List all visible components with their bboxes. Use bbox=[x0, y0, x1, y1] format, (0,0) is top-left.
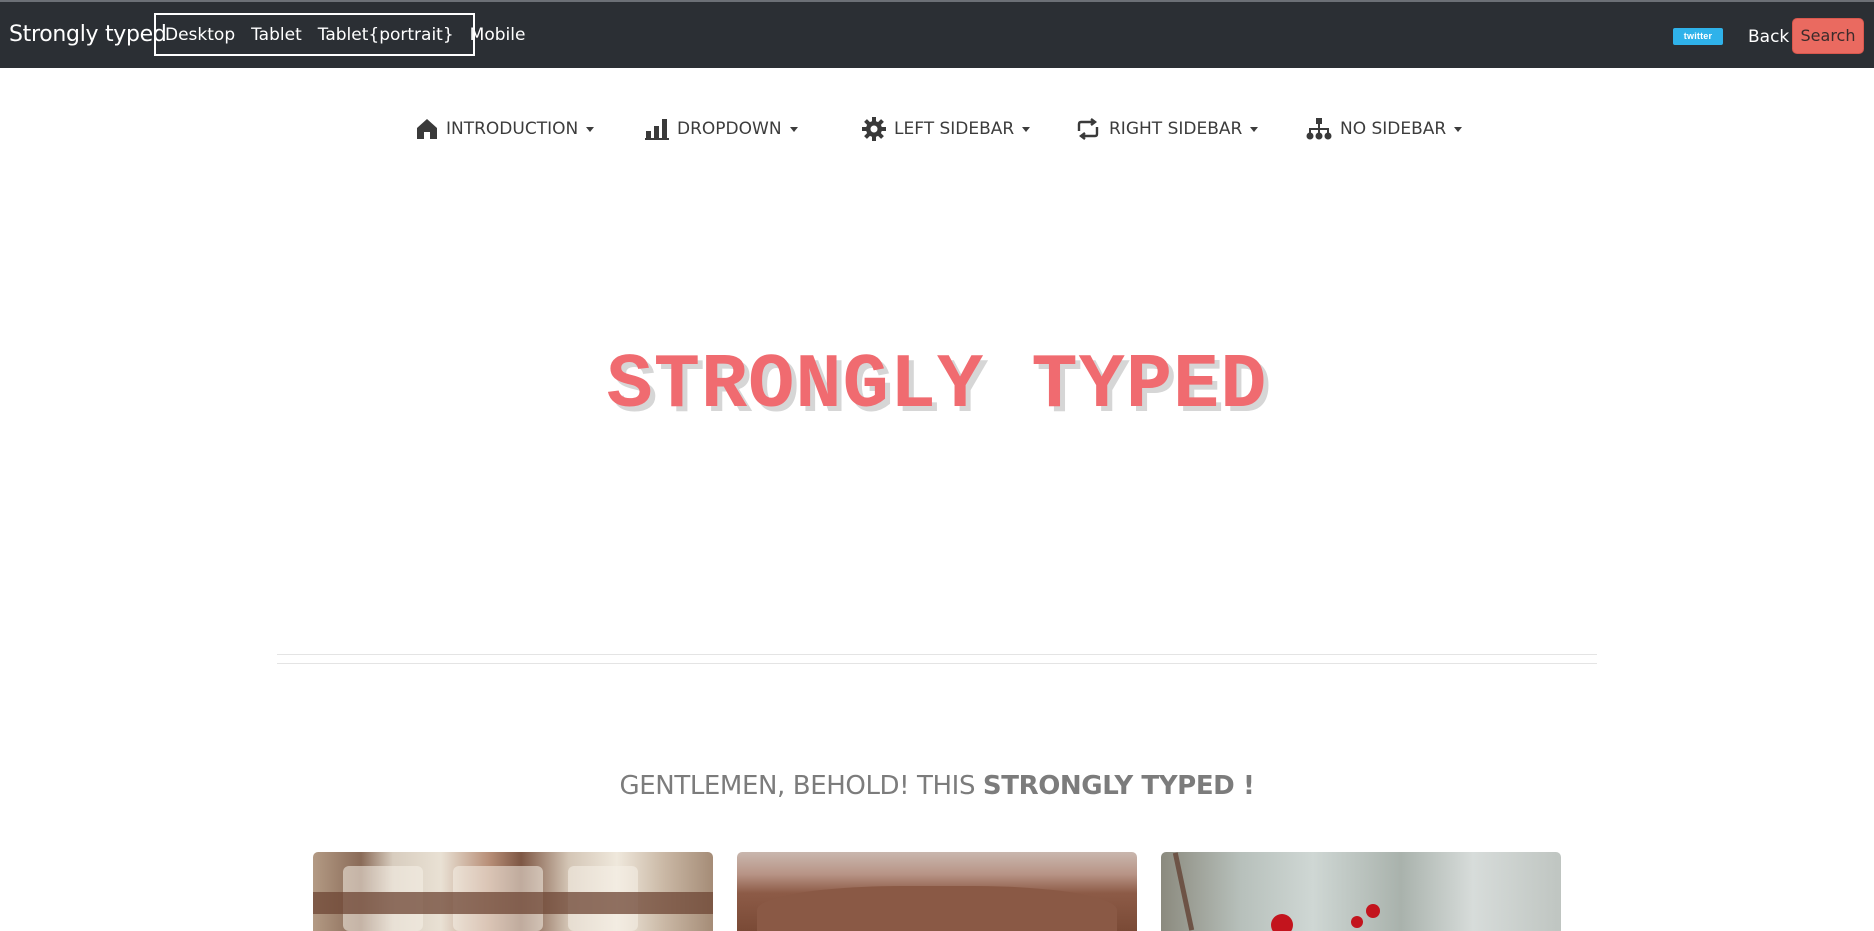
top-toolbar: Strongly typed Desktop Tablet Tablet{por… bbox=[0, 0, 1874, 68]
image-detail bbox=[757, 886, 1117, 931]
feature-image-3[interactable] bbox=[1161, 852, 1561, 931]
tagline-prefix: GENTLEMEN, BEHOLD! THIS bbox=[619, 771, 983, 801]
feature-image-1[interactable] bbox=[313, 852, 713, 931]
device-mobile-link[interactable]: Mobile bbox=[470, 25, 526, 45]
menu-introduction-label: INTRODUCTION bbox=[446, 119, 579, 139]
bar-chart-icon bbox=[645, 119, 669, 140]
image-detail bbox=[1351, 916, 1363, 928]
image-detail bbox=[1366, 904, 1380, 918]
brand-title: Strongly typed bbox=[9, 22, 167, 47]
menu-dropdown[interactable]: DROPDOWN bbox=[645, 114, 798, 144]
twitter-badge[interactable]: twitter bbox=[1673, 28, 1723, 45]
image-detail bbox=[1271, 914, 1293, 931]
device-switcher: Desktop Tablet Tablet{portrait} Mobile bbox=[154, 13, 525, 56]
chevron-down-icon bbox=[789, 126, 798, 132]
menu-no-sidebar[interactable]: NO SIDEBAR bbox=[1306, 114, 1463, 144]
search-button[interactable]: Search bbox=[1792, 18, 1864, 54]
tagline-emphasis: STRONGLY TYPED ! bbox=[982, 771, 1255, 801]
menu-left-sidebar-label: LEFT SIDEBAR bbox=[894, 119, 1015, 139]
menu-introduction[interactable]: INTRODUCTION bbox=[416, 114, 595, 144]
image-detail bbox=[313, 892, 713, 914]
device-tablet-portrait-link[interactable]: Tablet{portrait} bbox=[318, 25, 454, 45]
menu-right-sidebar[interactable]: RIGHT SIDEBAR bbox=[1075, 114, 1259, 144]
feature-image-2[interactable] bbox=[737, 852, 1137, 931]
back-link[interactable]: Back bbox=[1748, 27, 1789, 47]
chevron-down-icon bbox=[586, 126, 595, 132]
chevron-down-icon bbox=[1250, 126, 1259, 132]
menu-no-sidebar-label: NO SIDEBAR bbox=[1340, 119, 1447, 139]
chevron-down-icon bbox=[1022, 126, 1031, 132]
hero-title: STRONGLY TYPED bbox=[606, 343, 1268, 430]
menu-right-sidebar-label: RIGHT SIDEBAR bbox=[1109, 119, 1243, 139]
sitemap-icon bbox=[1306, 118, 1332, 140]
device-desktop-link[interactable]: Desktop bbox=[165, 25, 235, 45]
chevron-down-icon bbox=[1454, 126, 1463, 132]
divider bbox=[277, 654, 1597, 655]
image-detail bbox=[1172, 852, 1195, 931]
home-icon bbox=[417, 119, 437, 139]
section-tagline: GENTLEMEN, BEHOLD! THIS STRONGLY TYPED ! bbox=[0, 771, 1874, 801]
gear-icon bbox=[862, 117, 886, 141]
menu-left-sidebar[interactable]: LEFT SIDEBAR bbox=[862, 114, 1031, 144]
menu-dropdown-label: DROPDOWN bbox=[677, 119, 782, 139]
divider bbox=[277, 663, 1597, 664]
device-tablet-link[interactable]: Tablet bbox=[251, 25, 302, 45]
retweet-icon bbox=[1077, 118, 1099, 140]
